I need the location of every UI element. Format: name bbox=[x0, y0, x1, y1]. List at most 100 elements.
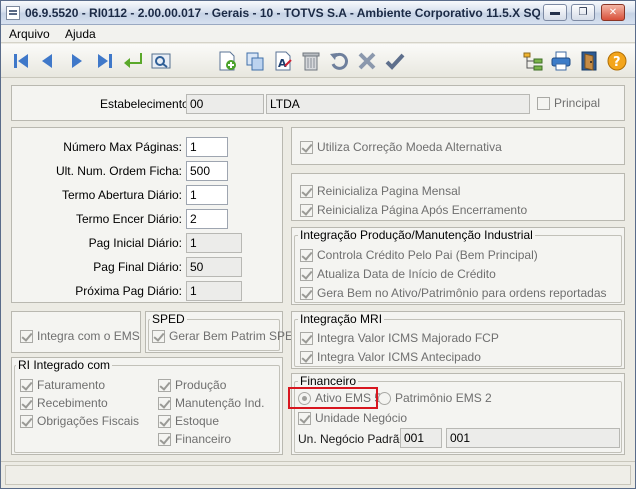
save-icon bbox=[385, 53, 405, 70]
add-button[interactable] bbox=[215, 49, 239, 73]
delete-button[interactable] bbox=[299, 49, 323, 73]
utiliza-correcao-checkbox[interactable]: Utiliza Correção Moeda Alternativa bbox=[300, 140, 502, 154]
goto-icon bbox=[124, 53, 142, 68]
reinicializa-mensal-checkbox[interactable]: Reinicializa Pagina Mensal bbox=[300, 184, 460, 198]
pag-final-field[interactable]: 50 bbox=[186, 257, 242, 277]
edit-button[interactable]: A bbox=[271, 49, 295, 73]
application-window: 06.9.5520 - RI0112 - 2.00.00.017 - Gerai… bbox=[0, 0, 636, 489]
icms-antecipado-checkbox[interactable]: Integra Valor ICMS Antecipado bbox=[300, 350, 481, 364]
manutencao-checkbox[interactable]: Manutenção Ind. bbox=[158, 396, 264, 410]
num-max-paginas-field[interactable]: 1 bbox=[186, 137, 228, 157]
menu-arquivo[interactable]: Arquivo bbox=[9, 27, 50, 41]
gera-bem-checkbox[interactable]: Gera Bem no Ativo/Patrimônio para ordens… bbox=[300, 286, 607, 300]
edit-icon: A bbox=[275, 51, 292, 71]
pag-inicial-field[interactable]: 1 bbox=[186, 233, 242, 253]
termo-encer-field[interactable]: 2 bbox=[186, 209, 228, 229]
obrigacoes-checkbox[interactable]: Obrigações Fiscais bbox=[20, 414, 139, 428]
estabelecimento-code-field[interactable]: 00 bbox=[186, 94, 264, 114]
estoque-label: Estoque bbox=[175, 414, 220, 428]
estabelecimento-label: Estabelecimento: bbox=[100, 97, 193, 111]
diario-panel: Número Max Páginas: 1 Ult. Num. Ordem Fi… bbox=[11, 127, 283, 303]
window-title: 06.9.5520 - RI0112 - 2.00.00.017 - Gerai… bbox=[25, 6, 540, 20]
sped-title: SPED bbox=[150, 312, 187, 326]
unidade-negocio-checkbox[interactable]: Unidade Negócio bbox=[298, 411, 407, 425]
icms-majorado-checkbox[interactable]: Integra Valor ICMS Majorado FCP bbox=[300, 331, 499, 345]
svg-text:A: A bbox=[278, 57, 287, 70]
un-negocio-desc-field[interactable]: 001 bbox=[446, 428, 620, 448]
utiliza-correcao-label: Utiliza Correção Moeda Alternativa bbox=[317, 140, 502, 154]
reinicializa-apos-checkbox[interactable]: Reinicializa Página Após Encerramento bbox=[300, 203, 527, 217]
save-button[interactable] bbox=[383, 49, 407, 73]
print-icon bbox=[551, 51, 571, 71]
reinicializa-mensal-label: Reinicializa Pagina Mensal bbox=[317, 184, 461, 198]
checkbox-box bbox=[158, 414, 171, 428]
maximize-button[interactable]: ❐ bbox=[571, 4, 595, 21]
checkbox-box bbox=[152, 329, 165, 343]
estabelecimento-name-field[interactable]: LTDA bbox=[266, 94, 530, 114]
recebimento-checkbox[interactable]: Recebimento bbox=[20, 396, 108, 410]
title-bar[interactable]: 06.9.5520 - RI0112 - 2.00.00.017 - Gerai… bbox=[1, 1, 635, 25]
search-icon bbox=[151, 53, 171, 69]
prev-icon bbox=[42, 54, 52, 68]
estabelecimento-panel: Estabelecimento: 00 LTDA Principal bbox=[11, 85, 625, 121]
principal-checkbox[interactable]: Principal bbox=[537, 96, 600, 110]
sped-panel: SPED Gerar Bem Patrim SPED bbox=[145, 311, 302, 353]
icms-majorado-label: Integra Valor ICMS Majorado FCP bbox=[317, 331, 499, 345]
tree-button[interactable] bbox=[521, 49, 545, 73]
gerar-bem-sped-checkbox[interactable]: Gerar Bem Patrim SPED bbox=[152, 329, 302, 343]
un-negocio-code-field[interactable]: 001 bbox=[400, 428, 442, 448]
ult-num-ordem-label: Ult. Num. Ordem Ficha: bbox=[55, 164, 182, 178]
ult-num-ordem-field[interactable]: 500 bbox=[186, 161, 228, 181]
undo-button[interactable] bbox=[327, 49, 351, 73]
estoque-checkbox[interactable]: Estoque bbox=[158, 414, 219, 428]
last-icon bbox=[98, 54, 112, 68]
integra-ems-panel: Integra com o EMS bbox=[11, 311, 141, 353]
status-bar bbox=[1, 461, 635, 488]
copy-icon bbox=[246, 52, 264, 71]
prev-record-button[interactable] bbox=[35, 49, 59, 73]
app-icon[interactable] bbox=[6, 6, 20, 20]
cancel-button[interactable] bbox=[355, 49, 379, 73]
print-button[interactable] bbox=[549, 49, 573, 73]
copy-button[interactable] bbox=[243, 49, 267, 73]
goto-button[interactable] bbox=[121, 49, 145, 73]
financeiro-checkbox[interactable]: Financeiro bbox=[158, 432, 231, 446]
patrimonio-ems2-radio[interactable]: Patrimônio EMS 2 bbox=[378, 391, 492, 405]
unidade-negocio-label: Unidade Negócio bbox=[315, 411, 408, 425]
next-record-button[interactable] bbox=[65, 49, 89, 73]
last-record-button[interactable] bbox=[93, 49, 117, 73]
cancel-icon bbox=[358, 52, 376, 70]
faturamento-checkbox[interactable]: Faturamento bbox=[20, 378, 105, 392]
proxima-pag-field[interactable]: 1 bbox=[186, 281, 242, 301]
first-record-button[interactable] bbox=[9, 49, 33, 73]
proxima-pag-label: Próxima Pag Diário: bbox=[75, 284, 182, 298]
controla-credito-label: Controla Crédito Pelo Pai (Bem Principal… bbox=[317, 248, 538, 262]
undo-icon bbox=[330, 52, 348, 70]
help-button[interactable]: ? bbox=[605, 49, 629, 73]
integra-ems-checkbox[interactable]: Integra com o EMS bbox=[20, 329, 140, 343]
search-button[interactable] bbox=[149, 49, 173, 73]
atualiza-data-checkbox[interactable]: Atualiza Data de Início de Crédito bbox=[300, 267, 496, 281]
controla-credito-checkbox[interactable]: Controla Crédito Pelo Pai (Bem Principal… bbox=[300, 248, 538, 262]
manutencao-label: Manutenção Ind. bbox=[175, 396, 265, 410]
checkbox-box bbox=[300, 350, 313, 364]
producao-checkbox[interactable]: Produção bbox=[158, 378, 226, 392]
minimize-button[interactable]: ▬ bbox=[543, 4, 567, 21]
radio-dot bbox=[378, 391, 391, 405]
termo-encer-label: Termo Encer Diário: bbox=[75, 212, 182, 226]
checkbox-box bbox=[537, 96, 550, 110]
close-button[interactable]: ✕ bbox=[601, 4, 625, 21]
exit-button[interactable] bbox=[577, 49, 601, 73]
add-icon bbox=[219, 51, 236, 71]
financeiro-label: Financeiro bbox=[175, 432, 232, 446]
menu-ajuda[interactable]: Ajuda bbox=[65, 27, 96, 41]
integracao-mri-title: Integração MRI bbox=[298, 312, 385, 326]
checkbox-box bbox=[300, 267, 313, 281]
ri-integrado-panel: RI Integrado com Faturamento Recebimento… bbox=[11, 357, 283, 455]
highlight-box bbox=[288, 387, 378, 409]
principal-label: Principal bbox=[554, 96, 601, 110]
gerar-bem-sped-label: Gerar Bem Patrim SPED bbox=[169, 329, 302, 343]
termo-abertura-field[interactable]: 1 bbox=[186, 185, 228, 205]
termo-abertura-label: Termo Abertura Diário: bbox=[61, 188, 182, 202]
moeda-panel: Utiliza Correção Moeda Alternativa bbox=[291, 127, 625, 165]
